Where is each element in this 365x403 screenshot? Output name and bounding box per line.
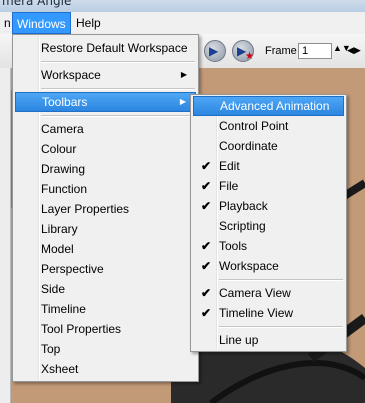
submenu-item-edit[interactable]: ✔ Edit <box>193 156 344 176</box>
submenu-arrow-icon: ▶ <box>179 97 186 106</box>
menu-item-toolbars[interactable]: Toolbars ▶ <box>15 92 196 112</box>
menu-item-label: Perspective <box>41 262 104 276</box>
menu-item-label: Camera View <box>219 286 291 300</box>
menu-item-label: Tool Properties <box>41 322 122 336</box>
menu-item-label: Top <box>41 342 61 356</box>
menu-item-colour[interactable]: Colour <box>15 139 196 159</box>
check-icon: ✔ <box>200 306 212 320</box>
submenu-item-control-point[interactable]: Control Point <box>193 116 344 136</box>
frame-input[interactable]: 1 <box>298 43 332 59</box>
menu-item-xsheet[interactable]: Xsheet <box>15 359 196 379</box>
menu-help[interactable]: Help <box>72 12 105 34</box>
menu-bar: n Windows Help <box>0 12 365 35</box>
menu-item-library[interactable]: Library <box>15 219 196 239</box>
submenu-item-scripting[interactable]: Scripting <box>193 216 344 236</box>
menu-item-function[interactable]: Function <box>15 179 196 199</box>
menu-separator <box>41 61 195 63</box>
menu-item-label: Library <box>41 222 78 236</box>
menu-item-label: Playback <box>219 199 268 213</box>
menu-separator <box>219 326 343 328</box>
menu-item-drawing[interactable]: Drawing <box>15 159 196 179</box>
check-icon: ✔ <box>200 286 212 300</box>
submenu-item-advanced-animation[interactable]: Advanced Animation <box>193 96 344 116</box>
frame-nav-arrows[interactable]: ◀▶ <box>347 45 361 56</box>
menu-item-label: Coordinate <box>219 139 278 153</box>
menu-item-perspective[interactable]: Perspective <box>15 259 196 279</box>
menu-windows[interactable]: Windows <box>12 12 71 34</box>
menu-item-label: Function <box>41 182 88 196</box>
menu-item-camera[interactable]: Camera <box>15 119 196 139</box>
menu-item-label: Colour <box>41 142 77 156</box>
play-icon: ▶ <box>209 44 219 58</box>
menu-item-label: Model <box>41 242 74 256</box>
window-title: mera Angle <box>2 0 72 8</box>
menu-item-label: Camera <box>41 122 84 136</box>
menu-separator <box>41 88 195 90</box>
menu-item-label: File <box>219 179 239 193</box>
menu-item-label: Scripting <box>219 219 266 233</box>
check-icon: ✔ <box>200 159 212 173</box>
submenu-arrow-icon: ▶ <box>180 70 187 79</box>
toolbars-submenu: Advanced Animation Control Point Coordin… <box>190 94 347 352</box>
check-icon: ✔ <box>200 259 212 273</box>
menu-separator <box>219 279 343 281</box>
menu-item-label: Tools <box>219 239 248 253</box>
menu-item-label: Workspace <box>219 259 279 273</box>
menu-item-model[interactable]: Model <box>15 239 196 259</box>
submenu-item-timeline-view[interactable]: ✔ Timeline View <box>193 303 344 323</box>
menu-item-workspace[interactable]: Workspace ▶ <box>15 65 196 85</box>
windows-menu: Restore Default Workspace Workspace ▶ To… <box>12 34 199 382</box>
menu-item-label: Restore Default Workspace <box>41 41 188 55</box>
submenu-item-camera-view[interactable]: ✔ Camera View <box>193 283 344 303</box>
menu-item-label: Line up <box>219 333 259 347</box>
star-icon: ★ <box>245 51 254 62</box>
submenu-item-playback[interactable]: ✔ Playback <box>193 196 344 216</box>
menu-item-label: Drawing <box>41 162 86 176</box>
submenu-item-workspace[interactable]: ✔ Workspace <box>193 256 344 276</box>
check-icon: ✔ <box>200 179 212 193</box>
preview-button[interactable]: ▶ ★ <box>232 40 254 62</box>
menu-item-label: Layer Properties <box>41 202 130 216</box>
menu-item-restore-default-workspace[interactable]: Restore Default Workspace <box>15 38 196 58</box>
menu-item-label: Workspace <box>41 68 101 82</box>
menu-item-top[interactable]: Top <box>15 339 196 359</box>
check-icon: ✔ <box>200 239 212 253</box>
menu-item-side[interactable]: Side <box>15 279 196 299</box>
menu-item-label: Edit <box>219 159 240 173</box>
menu-item-label: Timeline <box>41 302 86 316</box>
menu-item-label: Timeline View <box>219 306 294 320</box>
check-icon: ✔ <box>200 199 212 213</box>
submenu-item-file[interactable]: ✔ File <box>193 176 344 196</box>
frame-label: Frame <box>265 45 297 57</box>
menu-item-label: Xsheet <box>41 362 79 376</box>
submenu-item-line-up[interactable]: Line up <box>193 330 344 350</box>
menu-item-label: Toolbars <box>42 95 88 109</box>
menu-item-tool-properties[interactable]: Tool Properties <box>15 319 196 339</box>
menu-item-label: Side <box>41 282 66 296</box>
camera-view-button[interactable]: ▶ <box>204 40 226 62</box>
submenu-item-coordinate[interactable]: Coordinate <box>193 136 344 156</box>
submenu-item-tools[interactable]: ✔ Tools <box>193 236 344 256</box>
menu-item-timeline[interactable]: Timeline <box>15 299 196 319</box>
frame-spinner[interactable]: ▲▼ <box>333 43 351 53</box>
menu-separator <box>41 115 195 117</box>
menu-item-layer-properties[interactable]: Layer Properties <box>15 199 196 219</box>
tool-strip <box>0 68 11 403</box>
menu-item-label: Advanced Animation <box>220 99 330 113</box>
menu-item-label: Control Point <box>219 119 289 133</box>
window-title-bar: mera Angle <box>0 0 365 12</box>
